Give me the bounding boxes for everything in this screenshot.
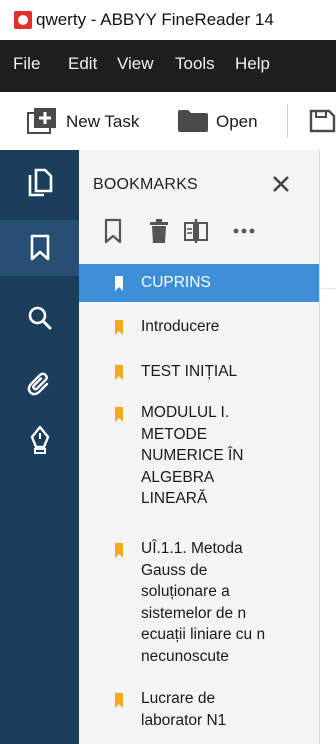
open-label: Open [216, 112, 258, 131]
bookmark-flag-icon [115, 543, 123, 558]
close-icon[interactable] [269, 172, 293, 196]
bookmark-flag-icon [115, 276, 123, 291]
navigation-rail [0, 150, 79, 744]
bookmark-label: soluționare a [141, 583, 230, 600]
bookmark-label: Lucrare de [141, 690, 216, 707]
bookmark-label: LINEARĂ [141, 490, 208, 507]
rail-signature-button[interactable] [0, 412, 79, 468]
bookmark-flag-icon [115, 365, 123, 380]
rail-search-button[interactable] [0, 290, 79, 346]
bookmark-label: MODULUL I. [141, 404, 230, 421]
bookmark-flag-icon [115, 693, 123, 708]
bookmark-label: TEST INIȚIAL [141, 363, 238, 380]
bookmark-item-introducere[interactable]: Introducere [79, 310, 319, 344]
divider [320, 288, 336, 289]
menu-view[interactable]: View [117, 54, 154, 74]
bookmark-item-cuprins[interactable]: CUPRINS [79, 264, 319, 302]
rail-pages-button[interactable] [0, 154, 79, 210]
bookmark-label: UÎ.1.1. Metoda [141, 540, 243, 557]
bookmark-label: Gauss de [141, 561, 208, 579]
panel-title: BOOKMARKS [93, 176, 198, 193]
paperclip-icon [27, 372, 48, 396]
bookmark-label: sistemelor de n [141, 604, 247, 622]
menu-bar: File Edit View Tools Help [0, 40, 336, 92]
more-icon[interactable] [231, 218, 257, 244]
new-task-label: New Task [66, 112, 140, 131]
rail-attachments-button[interactable] [0, 356, 79, 412]
toolbar-separator [287, 104, 288, 138]
rail-bookmarks-button[interactable] [0, 220, 79, 276]
bookmark-label: METODE [141, 425, 208, 443]
search-icon [28, 306, 51, 330]
bookmark-flag-icon [115, 407, 123, 422]
folder-icon [178, 110, 208, 132]
toolbar: New Task Open [0, 92, 336, 151]
bookmark-outline-icon[interactable] [100, 218, 126, 244]
menu-tools[interactable]: Tools [175, 54, 215, 74]
bookmark-label: Introducere [141, 318, 220, 335]
menu-edit[interactable]: Edit [68, 54, 97, 74]
bookmark-item-lucrare-n1[interactable]: Lucrare de laborator N1 [79, 688, 319, 736]
bookmark-label: ALGEBRA [141, 468, 215, 486]
menu-file[interactable]: File [13, 54, 40, 74]
new-task-icon [27, 108, 56, 134]
bookmark-label: CUPRINS [141, 274, 211, 291]
bookmark-item-ui-1-1[interactable]: UÎ.1.1. Metoda Gauss de soluționare a si… [79, 538, 319, 672]
abbyy-logo-icon [14, 11, 32, 29]
bookmarks-panel: BOOKMARKS CUPRINS Introducere TEST INIȚI… [79, 150, 320, 744]
delete-icon[interactable] [146, 218, 172, 244]
pages-icon [28, 168, 52, 197]
menu-help[interactable]: Help [235, 54, 270, 74]
bookmark-label: ecuații liniare cu n [141, 626, 266, 643]
bookmark-label: laborator N1 [141, 711, 227, 729]
pen-icon [30, 425, 49, 454]
document-area[interactable] [320, 150, 336, 744]
bookmark-item-test-initial[interactable]: TEST INIȚIAL [79, 355, 319, 389]
bookmark-label: necunoscute [141, 647, 229, 665]
save-icon[interactable] [309, 109, 336, 133]
title-bar: qwerty - ABBYY FineReader 14 [0, 0, 336, 40]
window-title: qwerty - ABBYY FineReader 14 [36, 10, 274, 29]
bookmark-label: NUMERICE ÎN [141, 447, 244, 464]
split-icon[interactable] [183, 218, 209, 244]
bookmark-item-modulul-i[interactable]: MODULUL I. METODE NUMERICE ÎN ALGEBRA LI… [79, 402, 319, 518]
bookmark-icon [30, 234, 49, 261]
bookmark-flag-icon [115, 320, 123, 335]
